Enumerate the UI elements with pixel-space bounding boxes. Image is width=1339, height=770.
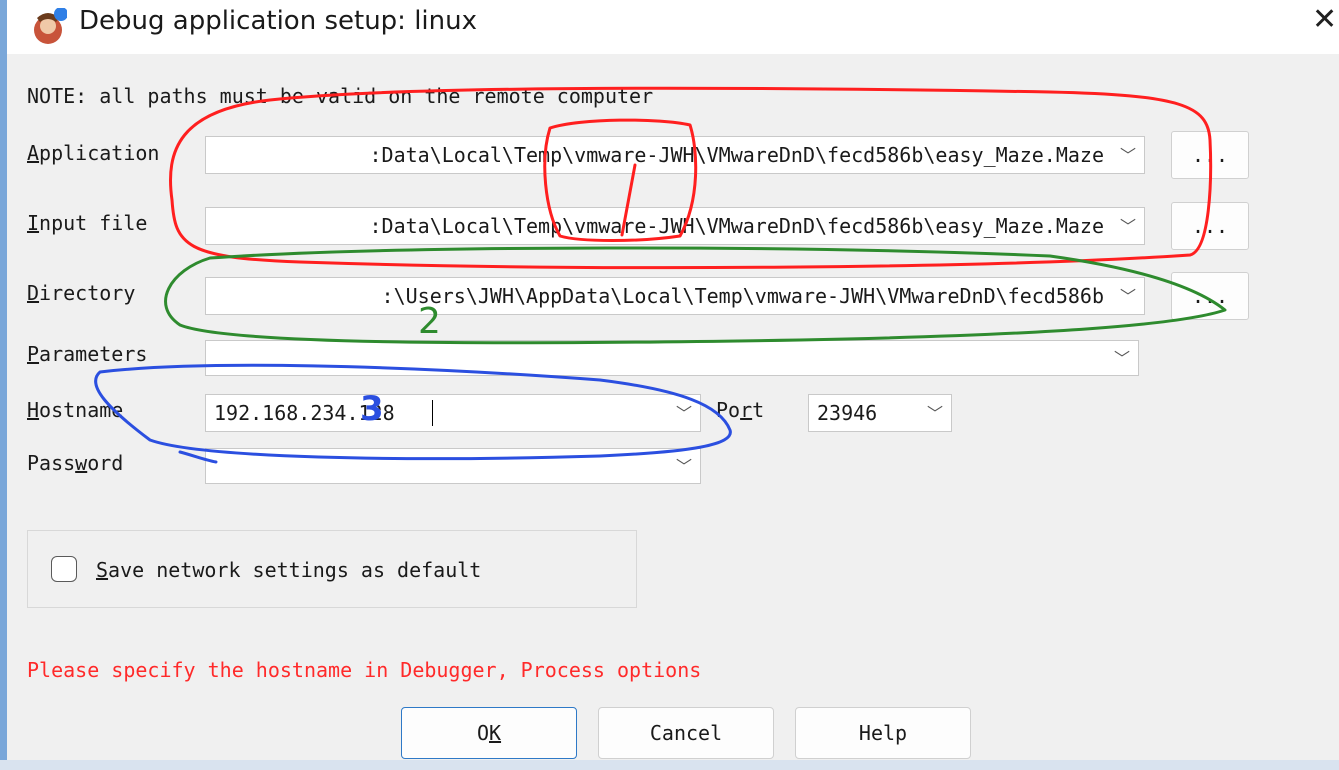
save-network-settings-label[interactable]: Save network settings as default (96, 558, 481, 582)
close-icon[interactable]: ✕ (1312, 2, 1337, 37)
password-label: Password (27, 451, 124, 475)
application-combobox[interactable]: :Data\Local\Temp\vmware-JWH\VMwareDnD\fe… (205, 136, 1145, 174)
directory-browse-button[interactable]: ... (1171, 272, 1249, 320)
chevron-down-icon[interactable]: ﹀ (1120, 142, 1136, 166)
note-text: NOTE: all paths must be valid on the rem… (27, 84, 654, 108)
window-left-border (0, 0, 7, 770)
input-file-browse-button[interactable]: ... (1171, 202, 1249, 250)
application-label: Application (27, 141, 160, 165)
chevron-down-icon[interactable]: ﹀ (927, 400, 943, 424)
port-value: 23946 (817, 401, 878, 425)
password-combobox[interactable]: ﹀ (205, 448, 701, 484)
help-button[interactable]: Help (795, 707, 971, 759)
ok-button[interactable]: OK (401, 707, 577, 759)
input-file-label: Input file (27, 211, 148, 235)
port-combobox[interactable]: 23946 ﹀ (808, 394, 952, 432)
parameters-label: Parameters (27, 342, 148, 366)
window-title: Debug application setup: linux (79, 6, 477, 36)
network-settings-group: Save network settings as default (27, 530, 637, 608)
cancel-button[interactable]: Cancel (598, 707, 774, 759)
title-bar: Debug application setup: linux ✕ (7, 0, 1339, 54)
dialog-body: NOTE: all paths must be valid on the rem… (7, 54, 1339, 760)
input-file-combobox[interactable]: :Data\Local\Temp\vmware-JWH\VMwareDnD\fe… (205, 207, 1145, 245)
port-label: Port (716, 398, 765, 422)
ida-app-icon (34, 8, 67, 44)
chevron-down-icon[interactable]: ﹀ (1120, 283, 1136, 307)
text-cursor (432, 400, 433, 426)
parameters-combobox[interactable]: ﹀ (205, 340, 1139, 376)
directory-label: Directory (27, 281, 136, 305)
chevron-down-icon[interactable]: ﹀ (676, 400, 692, 424)
application-browse-button[interactable]: ... (1171, 131, 1249, 179)
chevron-down-icon[interactable]: ﹀ (676, 453, 692, 477)
save-network-settings-checkbox[interactable] (51, 556, 77, 582)
hostname-combobox[interactable]: 192.168.234.128 ﹀ (205, 394, 701, 432)
hostname-label: Hostname (27, 398, 124, 422)
window-bottom-border (0, 760, 1339, 770)
directory-value: :\Users\JWH\AppData\Local\Temp\vmware-JW… (381, 284, 1104, 308)
chevron-down-icon[interactable]: ﹀ (1114, 345, 1130, 369)
application-value: :Data\Local\Temp\vmware-JWH\VMwareDnD\fe… (369, 143, 1104, 167)
input-file-value: :Data\Local\Temp\vmware-JWH\VMwareDnD\fe… (369, 214, 1104, 238)
hostname-value: 192.168.234.128 (214, 401, 395, 425)
directory-combobox[interactable]: :\Users\JWH\AppData\Local\Temp\vmware-JW… (205, 277, 1145, 315)
error-message: Please specify the hostname in Debugger,… (27, 658, 702, 682)
chevron-down-icon[interactable]: ﹀ (1120, 213, 1136, 237)
